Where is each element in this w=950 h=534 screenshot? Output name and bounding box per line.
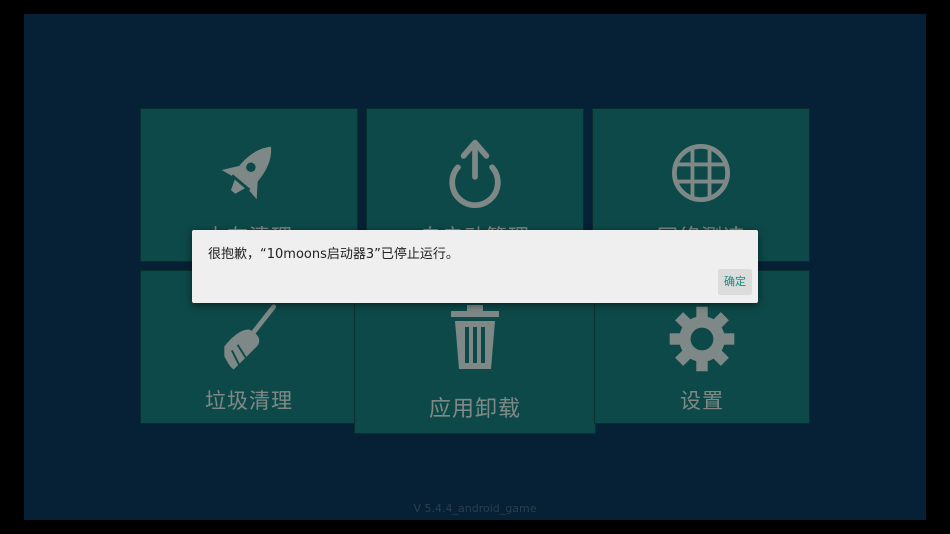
app-screen: 内存清理 自启动管理 网络测速 <box>24 14 926 520</box>
dialog-message: 很抱歉，“10moons启动器3”已停止运行。 <box>208 247 459 262</box>
error-dialog: 很抱歉，“10moons启动器3”已停止运行。 确定 <box>192 230 758 303</box>
ok-button[interactable]: 确定 <box>718 269 752 295</box>
